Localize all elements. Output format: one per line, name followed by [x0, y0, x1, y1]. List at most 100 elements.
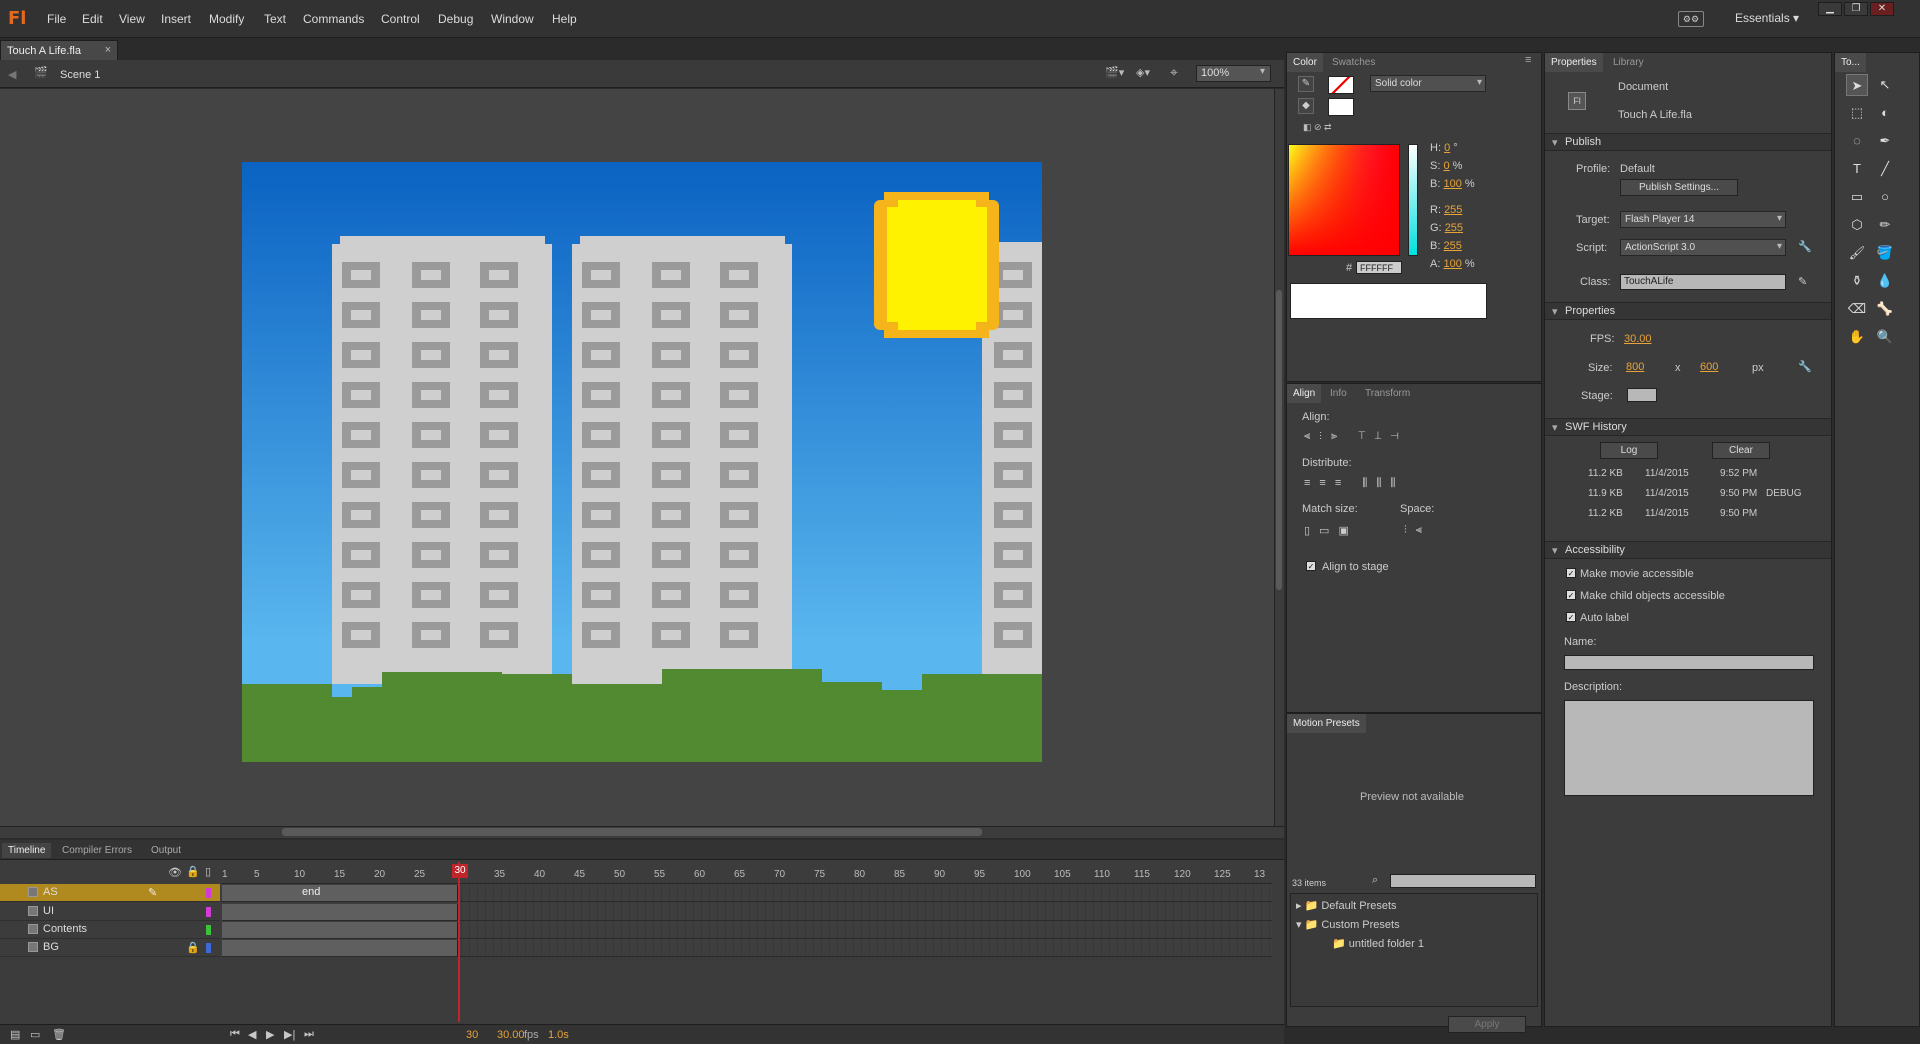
ink-bottle-tool-icon[interactable]: ⚱	[1846, 270, 1868, 292]
lock-icon[interactable]: 🔒	[186, 941, 200, 954]
stage-horizontal-scroll-thumb[interactable]	[282, 828, 982, 836]
properties-section-header[interactable]: Properties	[1545, 302, 1831, 320]
frames-row-bg[interactable]	[222, 939, 1272, 957]
minimize-button[interactable]: ▁	[1818, 2, 1842, 16]
stage-color-swatch[interactable]	[1627, 388, 1657, 402]
align-buttons[interactable]: ⫷⫶⫸ ⊤⊥⊣	[1304, 430, 1408, 443]
s-value[interactable]: 0	[1443, 160, 1449, 172]
lock-icon[interactable]: 🔒	[186, 865, 200, 878]
tab-info[interactable]: Info	[1324, 384, 1353, 403]
tab-transform[interactable]: Transform	[1359, 384, 1416, 403]
layer-row-bg[interactable]: BG 🔒	[0, 939, 220, 957]
menu-insert[interactable]: Insert	[161, 12, 191, 26]
line-tool-icon[interactable]: ╱	[1874, 158, 1896, 180]
layer-row-ui[interactable]: UI	[0, 903, 220, 921]
time-readout[interactable]: 1.0s	[548, 1029, 569, 1041]
polystar-tool-icon[interactable]: ⬡	[1846, 214, 1868, 236]
menu-window[interactable]: Window	[491, 12, 534, 26]
tab-compiler-errors[interactable]: Compiler Errors	[56, 843, 138, 858]
tab-tools[interactable]: To...	[1835, 53, 1866, 72]
hand-tool-icon[interactable]: ✋	[1846, 326, 1868, 348]
bone-tool-icon[interactable]: 🦴	[1874, 298, 1896, 320]
stage-vertical-scroll-thumb[interactable]	[1276, 290, 1282, 590]
tab-library[interactable]: Library	[1607, 53, 1650, 72]
workspace-switcher[interactable]: Essentials ▾	[1735, 11, 1799, 25]
hex-field[interactable]: FFFFFF	[1356, 261, 1402, 274]
oval-tool-icon[interactable]: ○	[1874, 186, 1896, 208]
sync-settings-icon[interactable]: ⚙⚙	[1678, 11, 1704, 27]
eyedropper-tool-icon[interactable]: 💧	[1874, 270, 1896, 292]
a-value[interactable]: 100	[1443, 258, 1461, 270]
selection-tool-icon[interactable]: ➤	[1846, 74, 1868, 96]
swf-history-section-header[interactable]: SWF History	[1545, 418, 1831, 436]
b-value[interactable]: 100	[1443, 178, 1461, 190]
close-tab-icon[interactable]: ×	[105, 44, 111, 56]
height-value[interactable]: 600	[1700, 361, 1718, 373]
pencil-icon[interactable]: ✎	[148, 886, 157, 899]
name-field[interactable]	[1564, 655, 1814, 670]
playhead-frame[interactable]: 30	[452, 864, 468, 878]
layer-color-swatch[interactable]	[206, 943, 211, 953]
chevron-down-icon[interactable]: ▾	[1260, 66, 1265, 77]
blue-value[interactable]: 255	[1443, 240, 1461, 252]
new-folder-icon[interactable]: ▭	[30, 1028, 40, 1041]
menu-commands[interactable]: Commands	[303, 12, 364, 26]
pen-tool-icon[interactable]: ✒	[1874, 130, 1896, 152]
paint-bucket-tool-icon[interactable]: 🪣	[1874, 242, 1896, 264]
color-type-select[interactable]: Solid color	[1370, 75, 1486, 92]
document-tab[interactable]: Touch A Life.fla ×	[0, 40, 118, 60]
frame-span[interactable]	[222, 922, 458, 938]
target-select[interactable]: Flash Player 14	[1620, 211, 1786, 228]
tab-properties[interactable]: Properties	[1545, 53, 1603, 72]
match-size-buttons[interactable]: ▯▭▣	[1304, 524, 1358, 537]
fps-value[interactable]: 30.00	[1624, 333, 1652, 345]
step-forward-icon[interactable]: ▶|	[284, 1028, 295, 1041]
wrench-icon[interactable]: 🔧	[1798, 240, 1812, 253]
frames-row-contents[interactable]	[222, 921, 1272, 939]
stage-canvas[interactable]	[242, 162, 1042, 762]
edit-class-icon[interactable]: ✎	[1798, 275, 1807, 288]
zoom-tool-icon[interactable]: 🔍	[1874, 326, 1896, 348]
eye-icon[interactable]: 👁	[168, 866, 182, 879]
menu-view[interactable]: View	[119, 12, 145, 26]
menu-control[interactable]: Control	[381, 12, 420, 26]
subselection-tool-icon[interactable]: ↖	[1874, 74, 1896, 96]
space-buttons[interactable]: ⫶⫷	[1404, 524, 1431, 537]
align-to-stage-checkbox[interactable]: ✓	[1306, 561, 1316, 571]
stroke-swatch[interactable]	[1328, 76, 1354, 94]
last-frame-icon[interactable]: ⏭	[304, 1028, 314, 1041]
3d-rotation-tool-icon[interactable]: ◐	[1874, 102, 1896, 124]
edit-scene-icon[interactable]: 🎬▾	[1105, 66, 1124, 79]
text-tool-icon[interactable]: T	[1846, 158, 1868, 180]
first-frame-icon[interactable]: ⏮	[230, 1028, 240, 1041]
delete-layer-icon[interactable]: 🗑	[52, 1028, 66, 1041]
tree-item-default[interactable]: ▸ 📁 Default Presets	[1296, 899, 1397, 912]
new-layer-icon[interactable]: ▤	[10, 1028, 20, 1041]
log-button[interactable]: Log	[1600, 442, 1658, 459]
lasso-tool-icon[interactable]: ◌	[1846, 130, 1868, 152]
rectangle-tool-icon[interactable]: ▭	[1846, 186, 1868, 208]
playhead[interactable]	[458, 862, 460, 1022]
brush-tool-icon[interactable]: 🖌	[1846, 242, 1868, 264]
outline-icon[interactable]: ▯	[205, 865, 211, 878]
tab-motion-presets[interactable]: Motion Presets	[1287, 714, 1366, 733]
brightness-slider[interactable]	[1408, 144, 1418, 256]
make-child-accessible-checkbox[interactable]: ✓	[1566, 590, 1576, 600]
frame-span[interactable]	[222, 940, 458, 956]
g-value[interactable]: 255	[1445, 222, 1463, 234]
stroke-color-icon[interactable]: ✎	[1298, 76, 1314, 92]
script-select[interactable]: ActionScript 3.0	[1620, 239, 1786, 256]
panel-menu-icon[interactable]: ≡	[1525, 54, 1531, 66]
eraser-tool-icon[interactable]: ⌫	[1846, 298, 1868, 320]
tab-color[interactable]: Color	[1287, 53, 1323, 72]
menu-file[interactable]: File	[47, 12, 66, 26]
frames-row-ui[interactable]	[222, 903, 1272, 921]
tree-item-untitled[interactable]: 📁 untitled folder 1	[1332, 937, 1424, 950]
free-transform-tool-icon[interactable]: ⬚	[1846, 102, 1868, 124]
color-spectrum[interactable]	[1288, 144, 1400, 256]
auto-label-checkbox[interactable]: ✓	[1566, 612, 1576, 622]
fps-readout[interactable]: 30.00	[497, 1029, 525, 1041]
scene-breadcrumb[interactable]: Scene 1	[60, 69, 100, 81]
publish-settings-button[interactable]: Publish Settings...	[1620, 179, 1738, 196]
h-value[interactable]: 0	[1444, 142, 1450, 154]
